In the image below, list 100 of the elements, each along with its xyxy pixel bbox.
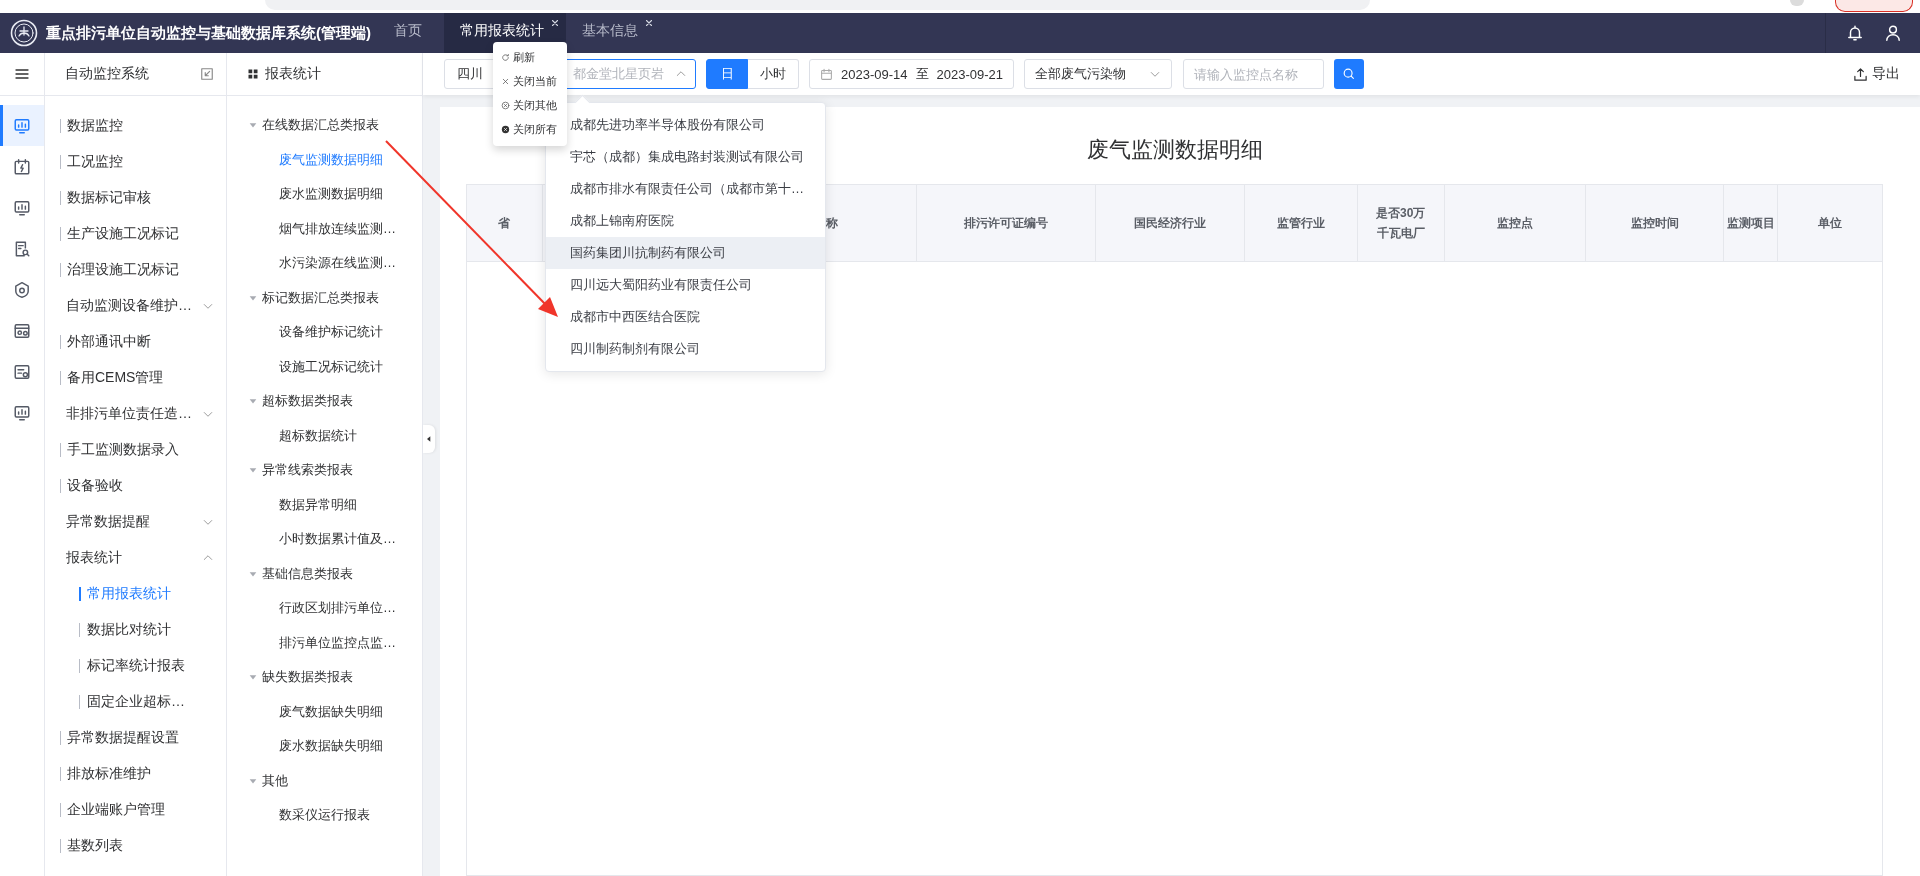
tree-group[interactable]: 缺失数据类报表 [227,660,422,695]
caret-left-icon [425,435,433,443]
menu-title: 自动监控系统 [65,65,150,83]
collapse-handle[interactable] [423,425,435,453]
circle-close-icon [501,100,510,110]
menu-item[interactable]: 企业端账户管理 [45,792,226,828]
menu-item[interactable]: 非排污单位责任造… [45,396,226,432]
menu-item[interactable]: 数据监控 [45,108,226,144]
dropdown-option[interactable]: 成都上锦南府医院 [546,205,825,237]
tree-item[interactable]: 烟气排放连续监测… [227,211,422,246]
document-search-icon [13,239,31,258]
browser-button[interactable] [1835,0,1913,12]
toggle-option[interactable]: 小时 [748,59,799,89]
list-gear-icon [13,362,31,381]
tree-item[interactable]: 小时数据累计值及… [227,522,422,557]
panel-title: 报表统计 [265,65,321,83]
dropdown-option[interactable]: 四川制药制剂有限公司 [546,333,825,365]
tree-group-label: 其他 [262,771,288,790]
menu-item[interactable]: 标记率统计报表 [45,648,226,684]
column-header: 监控点 [1444,185,1587,261]
report-title: 废气监测数据明细 [1086,136,1263,164]
shield-gear-icon [13,280,31,299]
calendar-icon [820,67,833,81]
menu-option[interactable]: 关闭所有 [493,117,567,141]
menu-item[interactable]: 数据标记审核 [45,180,226,216]
tree-item[interactable]: 行政区划排污单位… [227,591,422,626]
refresh-icon [501,52,510,62]
circle-close-filled-icon [501,124,510,134]
menu-item[interactable]: 备用CEMS管理 [45,360,226,396]
avatar-icon [1790,0,1804,6]
search-icon [1342,67,1356,81]
collapse-icon[interactable] [200,67,214,81]
dropdown-option[interactable]: 成都市中西医结合医院 [546,301,825,333]
menu-item[interactable]: 报表统计 [45,540,226,576]
date-separator: 至 [915,65,929,83]
tree-item[interactable]: 数据异常明细 [227,487,422,522]
tree-item[interactable]: 数采仪运行报表 [227,798,422,833]
dropdown-option[interactable]: 宇芯（成都）集成电路封装测试有限公司 [546,141,825,173]
menu-item[interactable]: 基数列表 [45,828,226,864]
menu-item[interactable]: 外部通讯中断 [45,324,226,360]
menu-icon[interactable] [14,66,30,82]
tree-item[interactable]: 废气数据缺失明细 [227,694,422,729]
tree-item[interactable]: 废气监测数据明细 [227,142,422,177]
dropdown-option[interactable]: 国药集团川抗制药有限公司 [546,237,825,269]
tree-group-label: 超标数据类报表 [262,392,353,411]
menu-item[interactable]: 自动监测设备维护… [45,288,226,324]
tree-group-label: 在线数据汇总类报表 [262,116,379,135]
tab[interactable]: 首页 [378,13,444,53]
search-field[interactable]: 请输入监控点名称 [1183,59,1324,89]
tree-item[interactable]: 废水监测数据明细 [227,177,422,212]
close-icon[interactable] [644,18,654,28]
tree-group[interactable]: 基础信息类报表 [227,556,422,591]
bell-icon[interactable] [1846,24,1864,42]
upload-icon [1853,66,1868,82]
menu-item[interactable]: 设备验收 [45,468,226,504]
tree-group[interactable]: 异常线索类报表 [227,453,422,488]
grid-icon [247,68,259,80]
menu-item[interactable]: 工况监控 [45,144,226,180]
tree-group[interactable]: 在线数据汇总类报表 [227,108,422,143]
export-button[interactable]: 导出 [1853,65,1900,83]
menu-item[interactable]: 数据比对统计 [45,612,226,648]
menu-item[interactable]: 异常数据提醒设置 [45,720,226,756]
tree-item[interactable]: 设备维护标记统计 [227,315,422,350]
close-icon [501,76,510,86]
menu-item[interactable]: 治理设施工况标记 [45,252,226,288]
user-icon[interactable] [1884,24,1902,42]
menu-item[interactable]: 排放标准维护 [45,756,226,792]
tab[interactable]: 基本信息 [566,13,660,53]
menu-item[interactable]: 生产设施工况标记 [45,216,226,252]
monitor-chart-icon [13,116,31,135]
date-range-picker[interactable]: 2023-09-14 至 2023-09-21 [809,59,1014,89]
column-header: 是否30万千瓦电厂 [1357,185,1445,261]
close-icon[interactable] [550,18,560,28]
menu-item[interactable]: 固定企业超标… [45,684,226,720]
tree-group[interactable]: 超标数据类报表 [227,384,422,419]
monitor-chart-icon [13,403,31,422]
tree-group[interactable]: 标记数据汇总类报表 [227,280,422,315]
tree-group[interactable]: 其他 [227,763,422,798]
tree-group-label: 基础信息类报表 [262,564,353,583]
column-header: 单位 [1817,215,1844,232]
tree-group-label: 缺失数据类报表 [262,668,353,687]
column-header: 排污许可证编号 [917,185,1097,261]
menu-item[interactable]: 常用报表统计 [45,576,226,612]
tree-group-label: 标记数据汇总类报表 [262,288,379,307]
menu-item[interactable]: 异常数据提醒 [45,504,226,540]
tree-item[interactable]: 废水数据缺失明细 [227,729,422,764]
pollutant-select[interactable]: 全部废气污染物 [1024,59,1172,89]
tree-item[interactable]: 设施工况标记统计 [227,349,422,384]
card-gear-icon [13,321,31,340]
menu-item[interactable]: 手工监测数据录入 [45,432,226,468]
column-header: 监测项目 [1724,185,1779,261]
tree-item[interactable]: 水污染源在线监测… [227,246,422,281]
select-value: 都金堂北星页岩 [573,65,664,83]
tree-item[interactable]: 超标数据统计 [227,418,422,453]
toggle-option[interactable]: 日 [706,59,748,89]
dropdown-option[interactable]: 四川远大蜀阳药业有限责任公司 [546,269,825,301]
nav-button[interactable] [0,105,44,146]
search-button[interactable] [1334,59,1364,89]
tree-item[interactable]: 排污单位监控点监… [227,625,422,660]
menu-option[interactable]: 关闭其他 [493,93,567,117]
